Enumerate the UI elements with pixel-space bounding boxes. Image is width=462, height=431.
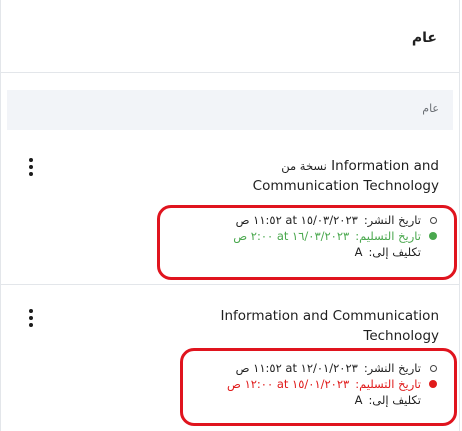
due-value: ١٦/٠٣/٢٠٢٣ at ٢:٠٠ ص [233, 229, 350, 243]
due-label: تاريخ التسليم: [355, 377, 421, 391]
topic-title: عام [411, 30, 437, 46]
due-row: تاريخ التسليم: ١٦/٠٣/٢٠٢٣ at ٢:٠٠ ص [139, 228, 439, 244]
clock-icon [427, 216, 439, 224]
published-row: تاريخ النشر: ١٥/٠٣/٢٠٢٣ at ١١:٥٢ ص [139, 212, 439, 228]
assignment-title[interactable]: Information and Communication Technology [189, 306, 439, 346]
assignment-meta: تاريخ النشر: ١٥/٠٣/٢٠٢٣ at ١١:٥٢ ص تاريخ… [139, 212, 439, 260]
due-value: ١٥/٠١/٢٠٢٣ at ١٢:٠٠ ص [227, 377, 350, 391]
assign-value: A [354, 393, 363, 407]
status-dot-icon [427, 232, 439, 240]
classwork-panel: عام عام نسخة من Information and Communic… [0, 0, 460, 431]
published-value: ١٥/٠٣/٢٠٢٣ at ١١:٥٢ ص [235, 213, 358, 227]
assignment-title-text: Information and Communication Technology [220, 308, 439, 344]
copy-prefix: نسخة من [281, 159, 327, 173]
published-label: تاريخ النشر: [363, 213, 421, 227]
topic-header: عام [1, 0, 459, 73]
more-vertical-icon[interactable] [27, 158, 35, 176]
assignment-card[interactable]: Information and Communication Technology… [1, 298, 459, 431]
due-label: تاريخ التسليم: [355, 229, 421, 243]
assignment-title[interactable]: نسخة من Information and Communication Te… [199, 156, 439, 196]
status-dot-icon [427, 380, 439, 388]
assign-value: A [354, 245, 363, 259]
more-vertical-icon[interactable] [27, 309, 35, 327]
assign-row: تكليف إلى: A [139, 244, 439, 260]
assign-label: تكليف إلى: [368, 393, 421, 407]
section-bar: عام [7, 90, 453, 130]
assignment-card[interactable]: نسخة من Information and Communication Te… [1, 146, 459, 285]
clock-icon [427, 364, 439, 372]
assign-row: تكليف إلى: A [139, 392, 439, 408]
published-row: تاريخ النشر: ١٢/٠١/٢٠٢٣ at ١١:٥٢ ص [139, 360, 439, 376]
published-value: ١٢/٠١/٢٠٢٣ at ١١:٥٢ ص [235, 361, 358, 375]
section-label: عام [422, 102, 439, 115]
assignment-meta: تاريخ النشر: ١٢/٠١/٢٠٢٣ at ١١:٥٢ ص تاريخ… [139, 360, 439, 408]
due-row: تاريخ التسليم: ١٥/٠١/٢٠٢٣ at ١٢:٠٠ ص [139, 376, 439, 392]
published-label: تاريخ النشر: [363, 361, 421, 375]
assign-label: تكليف إلى: [368, 245, 421, 259]
